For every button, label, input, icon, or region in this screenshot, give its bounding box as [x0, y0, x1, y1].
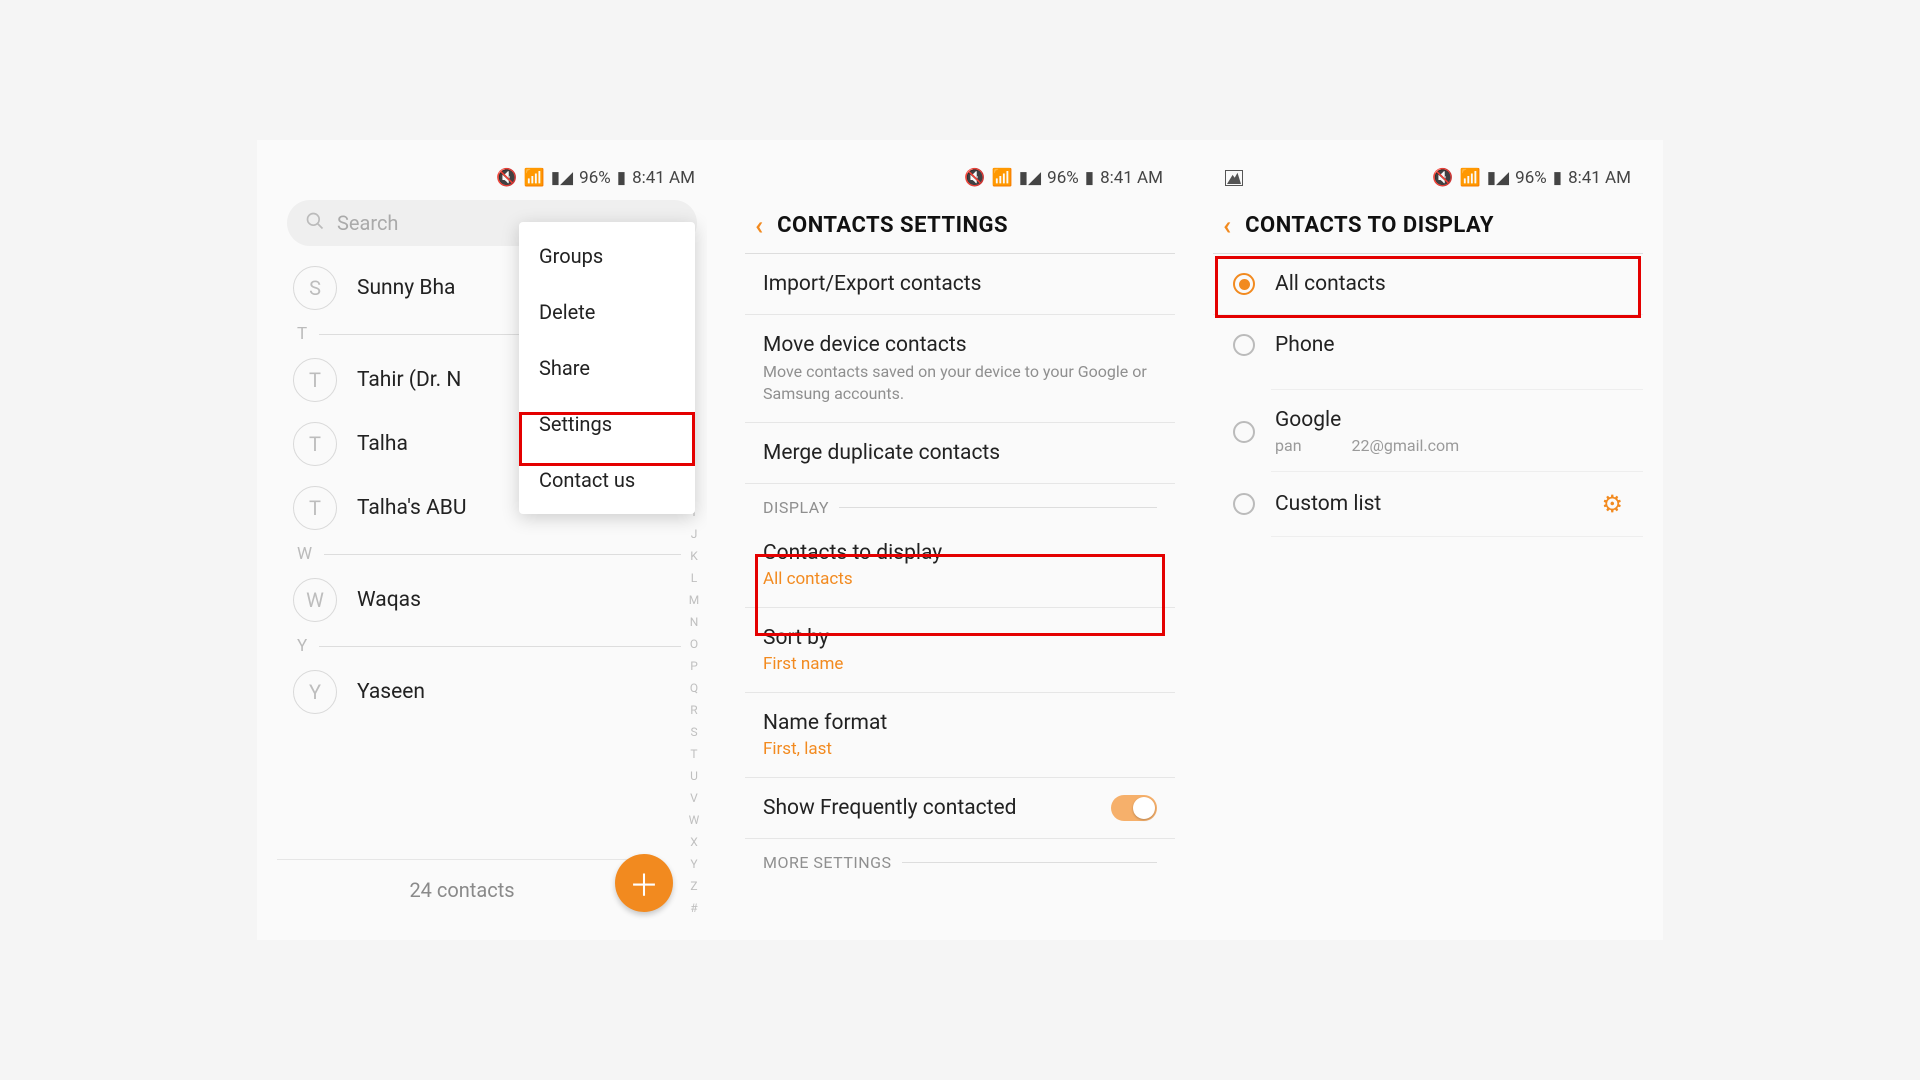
wifi-icon: 📶 — [1460, 168, 1481, 188]
avatar: S — [293, 266, 337, 310]
contact-name: Talha — [357, 432, 408, 456]
gear-icon[interactable]: ⚙ — [1601, 490, 1623, 518]
contact-name: Talha's ABU — [357, 496, 467, 520]
option-phone[interactable]: Phone — [1213, 315, 1643, 357]
page-title: CONTACTS TO DISPLAY — [1245, 213, 1494, 238]
wifi-icon: 📶 — [524, 168, 545, 188]
status-bar: 🔇 📶 ▮◢ 96% ▮ 8:41 AM — [745, 160, 1175, 196]
setting-label: Show Frequently contacted — [763, 796, 1157, 820]
setting-value: All contacts — [763, 569, 1157, 589]
setting-description: Move contacts saved on your device to yo… — [763, 361, 1157, 404]
radio-icon — [1233, 273, 1255, 295]
radio-icon — [1233, 493, 1255, 515]
setting-label: Import/Export contacts — [763, 272, 1157, 296]
menu-groups[interactable]: Groups — [519, 228, 695, 284]
status-bar: 🔇 📶 ▮◢ 96% ▮ 8:41 AM — [1213, 160, 1643, 196]
clock: 8:41 AM — [1100, 168, 1163, 188]
app-header: ‹ CONTACTS TO DISPLAY — [1213, 198, 1643, 254]
menu-settings[interactable]: Settings — [519, 396, 695, 452]
setting-move-contacts[interactable]: Move device contacts Move contacts saved… — [745, 315, 1175, 423]
radio-icon — [1233, 334, 1255, 356]
triptych: 🔇 📶 ▮◢ 96% ▮ 8:41 AM Search S Sunny Bha … — [257, 140, 1663, 940]
setting-import-export[interactable]: Import/Export contacts — [745, 254, 1175, 315]
plus-icon: ＋ — [629, 861, 659, 905]
section-header: W — [287, 540, 707, 568]
setting-contacts-to-display[interactable]: Contacts to display All contacts — [745, 523, 1175, 608]
search-icon — [305, 211, 325, 236]
setting-label: Sort by — [763, 626, 1157, 650]
setting-name-format[interactable]: Name format First, last — [745, 693, 1175, 778]
setting-label: Contacts to display — [763, 541, 1157, 565]
settings-list: Import/Export contacts Move device conta… — [745, 254, 1175, 878]
avatar: T — [293, 486, 337, 530]
category-display: DISPLAY — [745, 484, 1175, 523]
avatar: T — [293, 358, 337, 402]
setting-label: Move device contacts — [763, 333, 1157, 357]
battery-icon: ▮ — [617, 168, 626, 188]
signal-icon: ▮◢ — [551, 168, 573, 188]
search-placeholder: Search — [337, 211, 398, 235]
contact-name: Waqas — [357, 588, 421, 612]
signal-icon: ▮◢ — [1487, 168, 1509, 188]
back-button[interactable]: ‹ — [1223, 211, 1231, 241]
contact-name: Tahir (Dr. N — [357, 368, 461, 392]
option-label: All contacts — [1275, 272, 1386, 296]
contacts-count: 24 contacts — [277, 859, 647, 902]
mute-icon: 🔇 — [1432, 168, 1453, 188]
menu-delete[interactable]: Delete — [519, 284, 695, 340]
contact-row[interactable]: Y Yaseen — [287, 660, 707, 724]
add-contact-fab[interactable]: ＋ — [615, 854, 673, 912]
category-more: MORE SETTINGS — [745, 839, 1175, 878]
setting-label: Name format — [763, 711, 1157, 735]
option-all-contacts[interactable]: All contacts — [1213, 254, 1643, 315]
avatar: Y — [293, 670, 337, 714]
menu-contact-us[interactable]: Contact us — [519, 452, 695, 508]
mute-icon: 🔇 — [496, 168, 517, 188]
option-label: Google — [1275, 408, 1459, 432]
menu-share[interactable]: Share — [519, 340, 695, 396]
radio-list: All contacts Phone Google pan22@gmail.co… — [1213, 254, 1643, 537]
avatar: W — [293, 578, 337, 622]
screen-contacts-to-display: 🔇 📶 ▮◢ 96% ▮ 8:41 AM ‹ CONTACTS TO DISPL… — [1213, 160, 1643, 920]
alpha-index[interactable]: IJKLMNOPQRSTUVWXYZ# — [685, 505, 703, 915]
mute-icon: 🔇 — [964, 168, 985, 188]
setting-value: First, last — [763, 739, 1157, 759]
screenshot-notif-icon — [1225, 170, 1243, 186]
toggle-switch[interactable] — [1111, 795, 1157, 821]
wifi-icon: 📶 — [992, 168, 1013, 188]
battery-icon: ▮ — [1553, 168, 1562, 188]
screen-contacts-settings: 🔇 📶 ▮◢ 96% ▮ 8:41 AM ‹ CONTACTS SETTINGS… — [745, 160, 1175, 920]
setting-show-frequently[interactable]: Show Frequently contacted — [745, 778, 1175, 839]
contact-name: Yaseen — [357, 680, 425, 704]
option-label: Phone — [1275, 333, 1335, 357]
status-bar: 🔇 📶 ▮◢ 96% ▮ 8:41 AM — [277, 160, 707, 196]
option-google[interactable]: Google pan22@gmail.com — [1213, 390, 1643, 461]
option-sublabel: pan22@gmail.com — [1275, 436, 1459, 455]
battery-percent: 96% — [579, 168, 611, 188]
back-button[interactable]: ‹ — [755, 211, 763, 241]
avatar: T — [293, 422, 337, 466]
contact-name: Sunny Bha — [357, 276, 455, 300]
setting-sort-by[interactable]: Sort by First name — [745, 608, 1175, 693]
setting-value: First name — [763, 654, 1157, 674]
option-label: Custom list — [1275, 492, 1381, 516]
screen-contacts-list: 🔇 📶 ▮◢ 96% ▮ 8:41 AM Search S Sunny Bha … — [277, 160, 707, 920]
section-header: Y — [287, 632, 707, 660]
option-custom-list[interactable]: Custom list ⚙ — [1213, 472, 1643, 536]
radio-icon — [1233, 421, 1255, 443]
app-header: ‹ CONTACTS SETTINGS — [745, 198, 1175, 254]
setting-merge-duplicates[interactable]: Merge duplicate contacts — [745, 423, 1175, 484]
signal-icon: ▮◢ — [1019, 168, 1041, 188]
battery-icon: ▮ — [1085, 168, 1094, 188]
page-title: CONTACTS SETTINGS — [777, 213, 1008, 238]
battery-percent: 96% — [1047, 168, 1079, 188]
overflow-menu: Groups Delete Share Settings Contact us — [519, 222, 695, 514]
setting-label: Merge duplicate contacts — [763, 441, 1157, 465]
clock: 8:41 AM — [1568, 168, 1631, 188]
battery-percent: 96% — [1515, 168, 1547, 188]
clock: 8:41 AM — [632, 168, 695, 188]
contact-row[interactable]: W Waqas — [287, 568, 707, 632]
